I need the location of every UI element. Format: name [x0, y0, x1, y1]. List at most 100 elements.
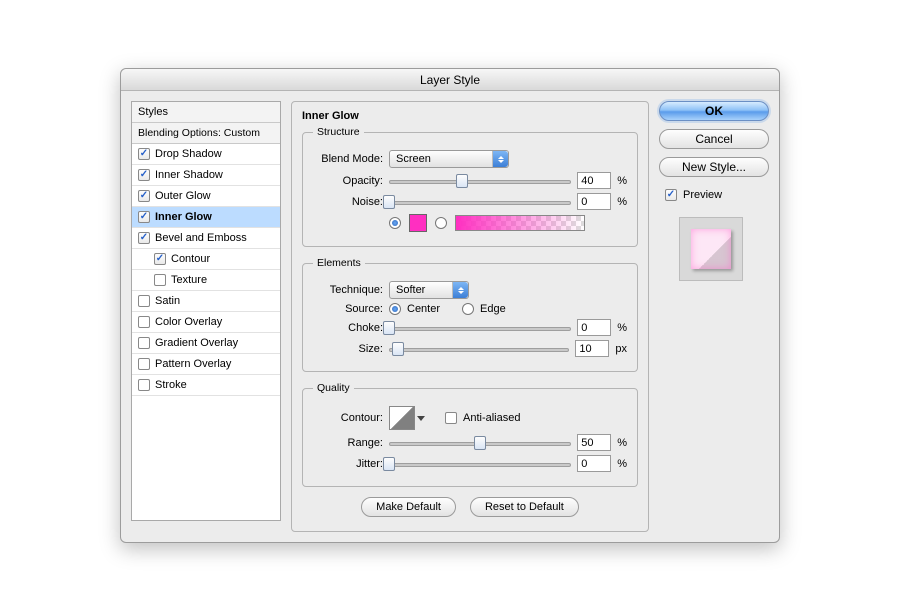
- sidebar-item-inner-shadow[interactable]: Inner Shadow: [132, 165, 280, 186]
- sidebar-checkbox[interactable]: [138, 190, 150, 202]
- opacity-slider[interactable]: [389, 174, 571, 188]
- range-slider[interactable]: [389, 436, 571, 450]
- sidebar-item-outer-glow[interactable]: Outer Glow: [132, 186, 280, 207]
- blend-mode-label: Blend Mode:: [313, 153, 383, 165]
- sidebar-checkbox[interactable]: [138, 358, 150, 370]
- sidebar-item-label: Outer Glow: [155, 190, 211, 202]
- preview-thumbnail: [679, 217, 743, 281]
- sidebar-item-pattern-overlay[interactable]: Pattern Overlay: [132, 354, 280, 375]
- make-default-button[interactable]: Make Default: [361, 497, 456, 517]
- chevron-updown-icon: [492, 151, 508, 167]
- sidebar-item-drop-shadow[interactable]: Drop Shadow: [132, 144, 280, 165]
- noise-slider[interactable]: [389, 195, 571, 209]
- sidebar-item-label: Color Overlay: [155, 316, 222, 328]
- sidebar-item-label: Contour: [171, 253, 210, 265]
- sidebar-header-styles[interactable]: Styles: [132, 102, 280, 123]
- sidebar-item-label: Texture: [171, 274, 207, 286]
- dialog-content: Styles Blending Options: Custom Drop Sha…: [121, 91, 779, 542]
- anti-aliased-checkbox[interactable]: [445, 412, 457, 424]
- sidebar-checkbox[interactable]: [154, 274, 166, 286]
- sidebar-header-blending[interactable]: Blending Options: Custom: [132, 123, 280, 144]
- elements-legend: Elements: [313, 257, 365, 269]
- size-unit: px: [615, 343, 627, 355]
- range-input[interactable]: [577, 434, 611, 451]
- sidebar-checkbox[interactable]: [138, 337, 150, 349]
- sidebar-checkbox[interactable]: [138, 295, 150, 307]
- contour-picker[interactable]: [389, 406, 415, 430]
- choke-input[interactable]: [577, 319, 611, 336]
- dialog-buttons: OK Cancel New Style... Preview: [659, 101, 769, 532]
- new-style-button[interactable]: New Style...: [659, 157, 769, 177]
- contour-label: Contour:: [313, 412, 383, 424]
- sidebar-checkbox[interactable]: [138, 211, 150, 223]
- preview-checkbox[interactable]: [665, 189, 677, 201]
- sidebar-item-texture[interactable]: Texture: [132, 270, 280, 291]
- cancel-button[interactable]: Cancel: [659, 129, 769, 149]
- chevron-updown-icon: [452, 282, 468, 298]
- preview-label: Preview: [683, 189, 722, 201]
- styles-sidebar: Styles Blending Options: Custom Drop Sha…: [131, 101, 281, 521]
- sidebar-item-gradient-overlay[interactable]: Gradient Overlay: [132, 333, 280, 354]
- sidebar-checkbox[interactable]: [138, 379, 150, 391]
- structure-legend: Structure: [313, 126, 364, 138]
- elements-group: Elements Technique: Softer Source: Cente…: [302, 257, 638, 372]
- blend-mode-value: Screen: [396, 153, 431, 165]
- size-label: Size:: [313, 343, 383, 355]
- source-center-radio[interactable]: [389, 303, 401, 315]
- sidebar-checkbox[interactable]: [138, 316, 150, 328]
- anti-aliased-label: Anti-aliased: [463, 412, 520, 424]
- quality-group: Quality Contour: Anti-aliased Range: %: [302, 382, 638, 487]
- glow-source-gradient-radio[interactable]: [435, 217, 447, 229]
- sidebar-item-color-overlay[interactable]: Color Overlay: [132, 312, 280, 333]
- preview-swatch: [691, 229, 731, 269]
- sidebar-item-label: Satin: [155, 295, 180, 307]
- technique-label: Technique:: [313, 284, 383, 296]
- size-input[interactable]: [575, 340, 609, 357]
- sidebar-item-satin[interactable]: Satin: [132, 291, 280, 312]
- opacity-unit: %: [617, 175, 627, 187]
- glow-source-color-radio[interactable]: [389, 217, 401, 229]
- jitter-label: Jitter:: [313, 458, 383, 470]
- window-title: Layer Style: [121, 69, 779, 91]
- sidebar-item-stroke[interactable]: Stroke: [132, 375, 280, 396]
- sidebar-item-label: Stroke: [155, 379, 187, 391]
- sidebar-item-label: Pattern Overlay: [155, 358, 231, 370]
- sidebar-item-label: Inner Shadow: [155, 169, 223, 181]
- glow-gradient-bar[interactable]: [455, 215, 585, 231]
- sidebar-checkbox[interactable]: [138, 232, 150, 244]
- jitter-input[interactable]: [577, 455, 611, 472]
- ok-button[interactable]: OK: [659, 101, 769, 121]
- noise-input[interactable]: [577, 193, 611, 210]
- layer-style-dialog: Layer Style Styles Blending Options: Cus…: [120, 68, 780, 543]
- sidebar-item-inner-glow[interactable]: Inner Glow: [132, 207, 280, 228]
- source-center-label: Center: [407, 303, 440, 315]
- blend-mode-select[interactable]: Screen: [389, 150, 509, 168]
- sidebar-item-label: Gradient Overlay: [155, 337, 238, 349]
- opacity-label: Opacity:: [313, 175, 383, 187]
- jitter-slider[interactable]: [389, 457, 571, 471]
- technique-select[interactable]: Softer: [389, 281, 469, 299]
- noise-unit: %: [617, 196, 627, 208]
- sidebar-item-label: Drop Shadow: [155, 148, 222, 160]
- sidebar-checkbox[interactable]: [138, 148, 150, 160]
- sidebar-item-bevel-and-emboss[interactable]: Bevel and Emboss: [132, 228, 280, 249]
- reset-default-button[interactable]: Reset to Default: [470, 497, 579, 517]
- sidebar-item-contour[interactable]: Contour: [132, 249, 280, 270]
- technique-value: Softer: [396, 284, 425, 296]
- glow-color-swatch[interactable]: [409, 214, 427, 232]
- sidebar-checkbox[interactable]: [154, 253, 166, 265]
- source-label: Source:: [313, 303, 383, 315]
- structure-group: Structure Blend Mode: Screen Opacity: %: [302, 126, 638, 247]
- sidebar-item-label: Inner Glow: [155, 211, 212, 223]
- choke-slider[interactable]: [389, 321, 571, 335]
- range-unit: %: [617, 437, 627, 449]
- size-slider[interactable]: [389, 342, 569, 356]
- sidebar-item-label: Bevel and Emboss: [155, 232, 247, 244]
- effect-panel: Inner Glow Structure Blend Mode: Screen …: [291, 101, 649, 532]
- choke-label: Choke:: [313, 322, 383, 334]
- sidebar-checkbox[interactable]: [138, 169, 150, 181]
- range-label: Range:: [313, 437, 383, 449]
- source-edge-label: Edge: [480, 303, 506, 315]
- opacity-input[interactable]: [577, 172, 611, 189]
- source-edge-radio[interactable]: [462, 303, 474, 315]
